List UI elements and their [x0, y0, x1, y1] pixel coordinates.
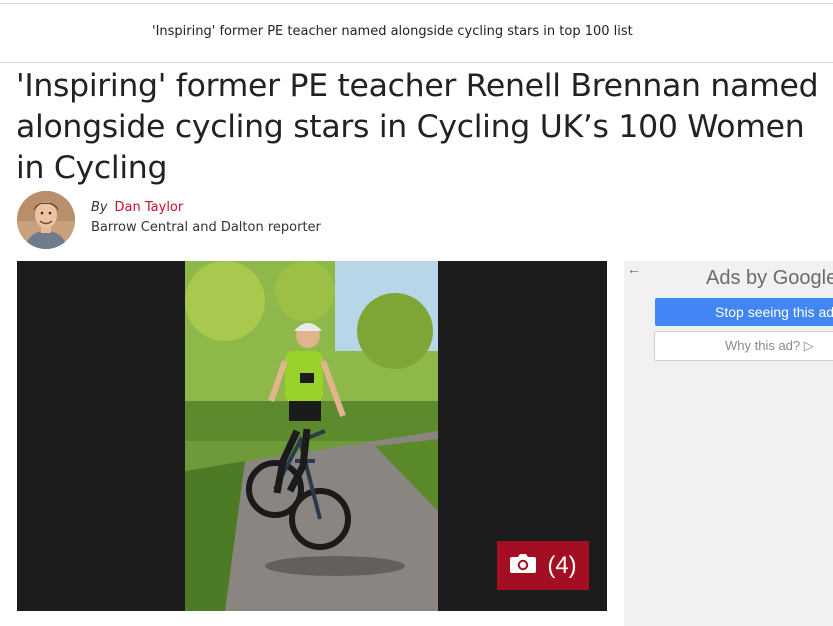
ads-by-text: Ads by: [706, 267, 768, 289]
gallery-count-button[interactable]: (4): [497, 541, 589, 590]
google-brand: Google: [772, 267, 833, 289]
stop-seeing-ad-button[interactable]: Stop seeing this ad: [655, 298, 833, 326]
hero-photo-cyclist: [185, 261, 438, 611]
author-name-link[interactable]: Dan Taylor: [115, 200, 184, 215]
sticky-article-title: 'Inspiring' former PE teacher named alon…: [152, 24, 633, 39]
hero-image-gallery[interactable]: (4): [17, 261, 607, 611]
google-ad-panel: ← Ads by Google Stop seeing this ad Why …: [624, 261, 833, 626]
author-role: Barrow Central and Dalton reporter: [91, 220, 321, 235]
sticky-header: 'Inspiring' former PE teacher named alon…: [0, 4, 833, 63]
gallery-count: (4): [547, 551, 577, 579]
author-photo: [17, 191, 75, 249]
article-headline: 'Inspiring' former PE teacher Renell Bre…: [16, 68, 819, 186]
author-byline: By Dan Taylor Barrow Central and Dalton …: [17, 191, 417, 251]
back-arrow-icon[interactable]: ←: [627, 261, 641, 277]
byline-author-line: By Dan Taylor: [91, 198, 183, 215]
ads-by-google-label: Ads by Google: [706, 267, 833, 290]
by-label: By: [91, 200, 108, 215]
author-avatar[interactable]: [17, 191, 75, 249]
camera-icon: [509, 552, 537, 579]
why-this-ad-button[interactable]: Why this ad? ▷: [654, 331, 833, 361]
